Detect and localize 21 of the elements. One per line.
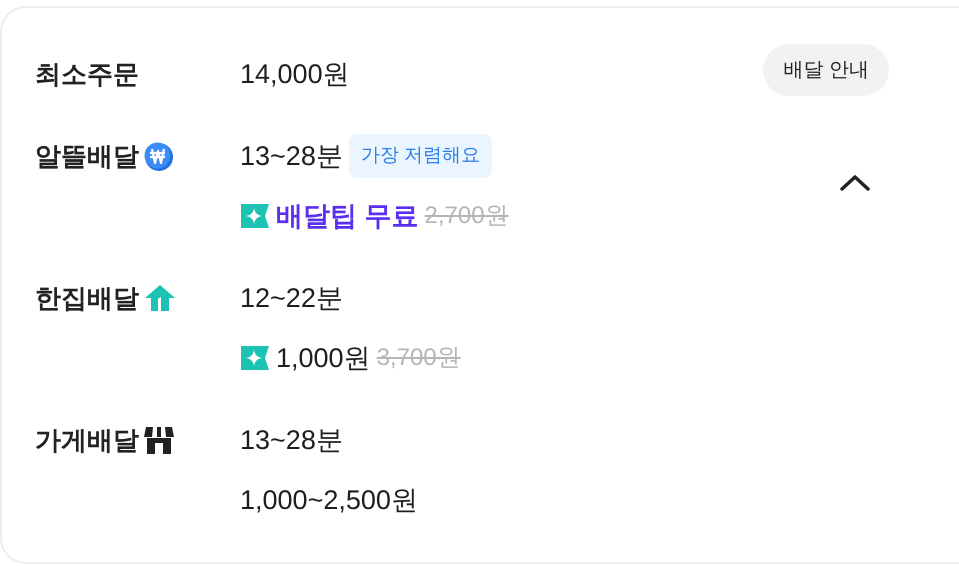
delivery-label: 알뜰배달 [35, 140, 139, 172]
collapse-icon[interactable] [839, 174, 871, 192]
price-badge: 가장 저렴해요 [348, 134, 492, 178]
store-icon [143, 425, 175, 455]
delivery-value: 1,000~2,500원 [240, 484, 418, 517]
delivery-label: 한집배달 [35, 282, 139, 314]
delivery-label: 가게배달 [35, 424, 139, 456]
sparkle-icon [240, 203, 270, 229]
sparkle-icon [240, 345, 270, 371]
delivery-info-button[interactable]: 배달 안내 [763, 44, 889, 96]
house-icon [143, 283, 177, 313]
delivery-value: 12~22분 [240, 282, 343, 315]
delivery-label: 최소주문 [35, 58, 139, 90]
coin-icon [143, 140, 175, 172]
delivery-value: 14,000원 [240, 58, 350, 91]
original-fee: 3,700원 [376, 343, 461, 373]
delivery-fee: 1,000원 [276, 342, 371, 375]
delivery-fee: 배달팁 무료 [276, 200, 419, 233]
original-fee: 2,700원 [424, 201, 509, 231]
delivery-value: 13~28분 [240, 140, 343, 173]
delivery-value: 13~28분 [240, 424, 343, 457]
